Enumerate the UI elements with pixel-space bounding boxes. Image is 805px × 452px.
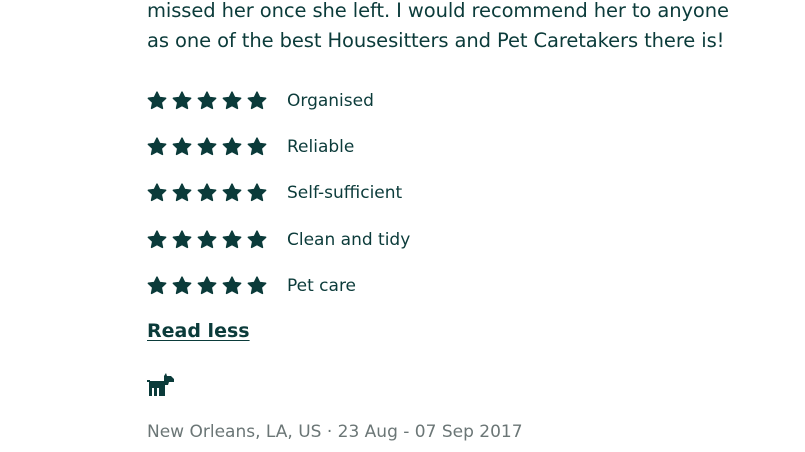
rating-label: Self-sufficient xyxy=(287,183,403,204)
rating-row-organised: Organised xyxy=(147,88,747,114)
star-icon xyxy=(247,276,267,296)
review-text: missed her once she left. I would recomm… xyxy=(147,0,787,56)
star-icon xyxy=(147,276,167,296)
star-icon xyxy=(197,276,217,296)
star-icon xyxy=(172,183,192,203)
star-icon xyxy=(247,137,267,157)
rating-label: Clean and tidy xyxy=(287,229,411,250)
star-rating xyxy=(147,229,287,250)
stay-details: New Orleans, LA, US · 23 Aug - 07 Sep 20… xyxy=(147,422,523,442)
star-icon xyxy=(197,91,217,111)
rating-row-self-sufficient: Self-sufficient xyxy=(147,180,747,206)
star-icon xyxy=(222,229,242,250)
review-text-line-2: as one of the best Housesitters and Pet … xyxy=(147,29,725,52)
rating-row-clean-and-tidy: Clean and tidy xyxy=(147,227,747,253)
star-icon xyxy=(222,91,242,111)
rating-label: Pet care xyxy=(287,275,357,296)
star-icon xyxy=(222,183,242,203)
star-icon xyxy=(197,229,217,250)
star-rating xyxy=(147,276,287,296)
star-icon xyxy=(172,91,192,111)
star-icon xyxy=(147,91,167,111)
star-icon xyxy=(222,276,242,296)
star-icon xyxy=(247,91,267,111)
star-icon xyxy=(197,183,217,203)
star-icon xyxy=(197,137,217,157)
rating-row-reliable: Reliable xyxy=(147,134,747,160)
star-icon xyxy=(147,183,167,203)
star-icon xyxy=(172,137,192,157)
star-icon xyxy=(147,229,167,250)
star-icon xyxy=(172,276,192,296)
star-icon xyxy=(172,229,192,250)
rating-label: Organised xyxy=(287,91,374,111)
star-rating xyxy=(147,183,287,203)
star-icon xyxy=(222,137,242,157)
dog-icon xyxy=(147,372,177,398)
read-less-link[interactable]: Read less xyxy=(147,320,250,342)
star-icon xyxy=(247,183,267,203)
rating-row-pet-care: Pet care xyxy=(147,273,747,299)
rating-label: Reliable xyxy=(287,137,355,158)
star-rating xyxy=(147,91,287,111)
star-rating xyxy=(147,137,287,157)
star-icon xyxy=(147,137,167,157)
star-icon xyxy=(247,229,267,250)
ratings-list: Organised Reliable Self-sufficient Clean… xyxy=(147,88,747,319)
review-text-line-1: missed her once she left. I would recomm… xyxy=(147,0,729,22)
